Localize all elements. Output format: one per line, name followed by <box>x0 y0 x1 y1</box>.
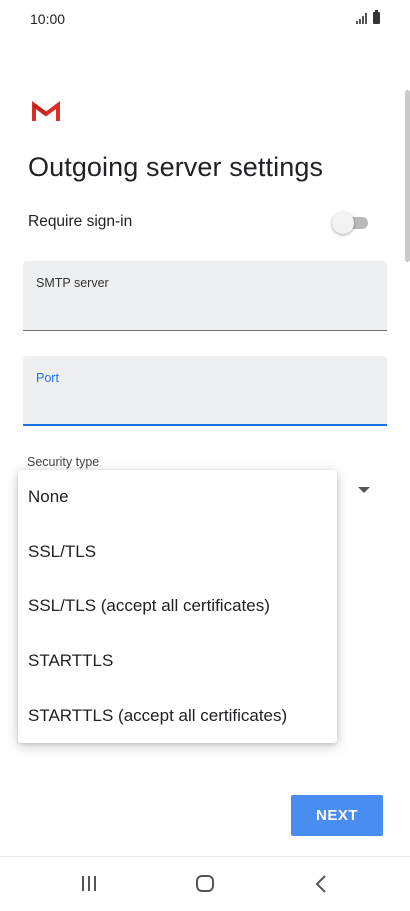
status-icons <box>356 10 380 24</box>
menu-item-ssl-tls[interactable]: SSL/TLS <box>18 525 337 580</box>
require-signin-row: Require sign-in <box>28 210 374 234</box>
smtp-server-label: SMTP server <box>36 276 109 290</box>
back-icon[interactable] <box>314 874 328 894</box>
menu-item-starttls-accept-all[interactable]: STARTTLS (accept all certificates) <box>18 688 337 743</box>
field-underline <box>23 424 387 426</box>
require-signin-label: Require sign-in <box>28 213 133 230</box>
port-field[interactable]: Port <box>23 356 387 426</box>
menu-item-ssl-tls-accept-all[interactable]: SSL/TLS (accept all certificates) <box>18 579 337 634</box>
next-button[interactable]: NEXT <box>291 795 383 836</box>
recent-apps-icon[interactable] <box>82 876 96 891</box>
menu-item-starttls[interactable]: STARTTLS <box>18 634 337 689</box>
page-title: Outgoing server settings <box>28 152 324 182</box>
status-bar: 10:00 <box>0 0 410 38</box>
toggle-thumb <box>332 212 354 234</box>
require-signin-toggle[interactable] <box>332 212 370 234</box>
home-icon[interactable] <box>196 875 214 892</box>
security-type-label: Security type <box>27 455 100 469</box>
smtp-server-field[interactable]: SMTP server <box>23 261 387 331</box>
signal-icon <box>356 13 367 24</box>
field-underline <box>23 330 387 331</box>
scrollbar[interactable] <box>405 90 410 262</box>
battery-icon <box>373 10 380 24</box>
dropdown-arrow-icon[interactable] <box>358 487 370 493</box>
menu-item-none[interactable]: None <box>18 470 337 525</box>
port-label: Port <box>36 371 59 385</box>
security-type-menu: None SSL/TLS SSL/TLS (accept all certifi… <box>18 470 337 743</box>
status-time: 10:00 <box>30 11 66 27</box>
gmail-logo <box>32 101 60 121</box>
navigation-bar <box>0 856 410 911</box>
